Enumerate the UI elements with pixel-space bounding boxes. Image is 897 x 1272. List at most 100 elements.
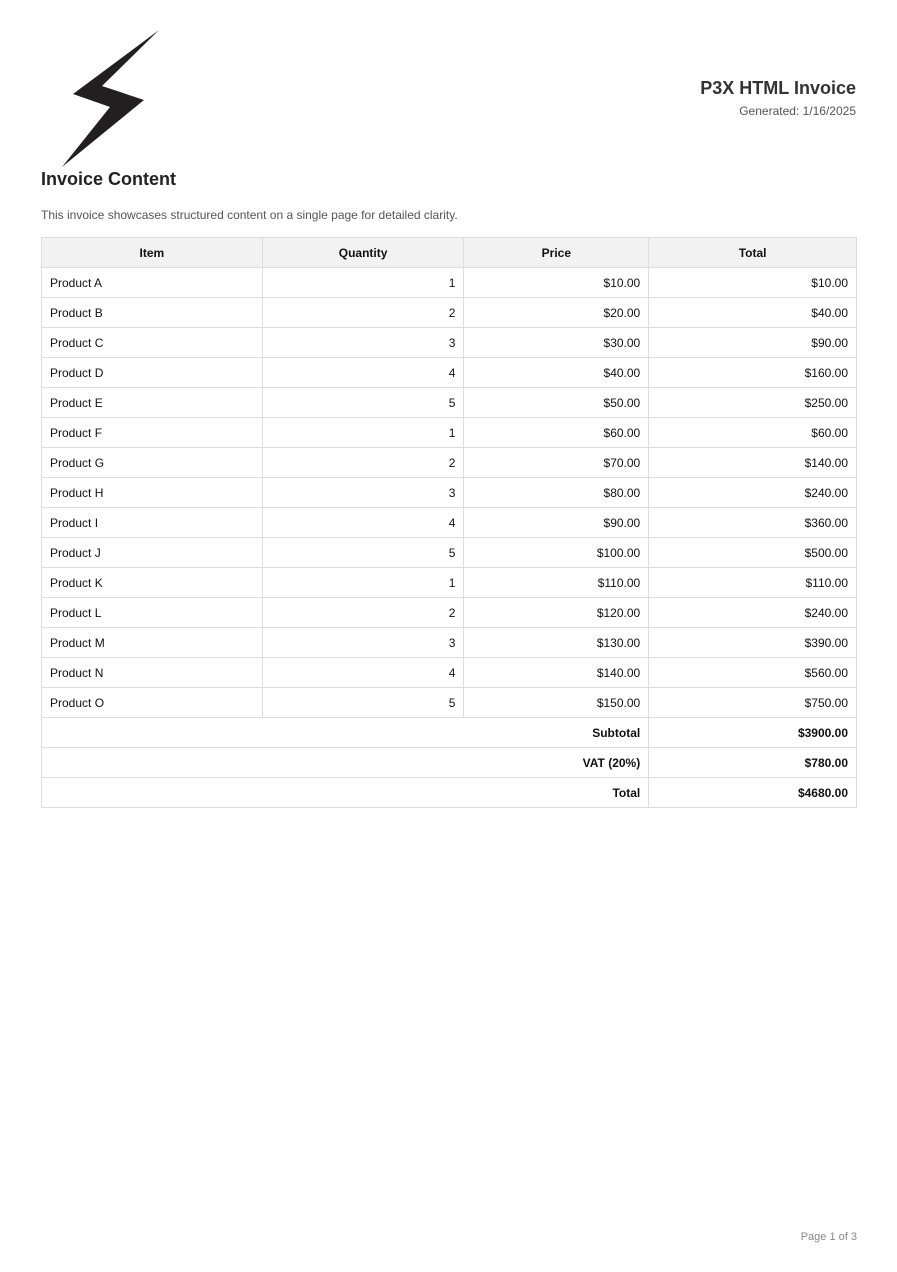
summary-label: Total <box>40 777 650 808</box>
cell-quantity: 2 <box>261 297 465 328</box>
page-number: Page 1 of 3 <box>800 1231 857 1243</box>
cell-price: $10.00 <box>463 267 650 298</box>
cell-total: $560.00 <box>648 657 857 688</box>
summary-label: VAT (20%) <box>40 747 650 778</box>
cell-item: Product K <box>41 567 263 598</box>
cell-total: $750.00 <box>648 687 857 718</box>
cell-quantity: 4 <box>261 357 465 388</box>
cell-item: Product G <box>41 447 263 478</box>
cell-item: Product C <box>41 327 263 358</box>
cell-item: Product F <box>41 417 263 448</box>
cell-total: $110.00 <box>648 567 857 598</box>
cell-item: Product D <box>41 357 263 388</box>
generated-value: 1/16/2025 <box>802 104 856 118</box>
cell-price: $140.00 <box>463 657 650 688</box>
table-row: Product E 5 $50.00 $250.00 <box>41 387 857 418</box>
cell-quantity: 4 <box>261 507 465 538</box>
cell-total: $240.00 <box>648 597 857 628</box>
section-description: This invoice showcases structured conten… <box>41 208 458 222</box>
invoice-table: Item Quantity Price Total Product A 1 $10.… <box>40 237 857 808</box>
summary-label: Subtotal <box>40 717 650 748</box>
table-row: Product O 5 $150.00 $750.00 <box>41 687 857 718</box>
table-body: Product A 1 $10.00 $10.00 Product B 2 $20.00 $4… <box>41 267 857 718</box>
cell-quantity: 1 <box>261 567 465 598</box>
cell-quantity: 5 <box>261 537 465 568</box>
table-row: Product N 4 $140.00 $560.00 <box>41 657 857 688</box>
cell-price: $150.00 <box>463 687 650 718</box>
document-title: P3X HTML Invoice <box>700 78 856 98</box>
cell-total: $390.00 <box>648 627 857 658</box>
column-header-total: Total <box>648 237 857 268</box>
table-row: Product C 3 $30.00 $90.00 <box>41 327 857 358</box>
cell-total: $60.00 <box>648 417 857 448</box>
cell-total: $240.00 <box>648 477 857 508</box>
table-row: Product D 4 $40.00 $160.00 <box>41 357 857 388</box>
cell-quantity: 3 <box>261 627 465 658</box>
cell-item: Product O <box>41 687 263 718</box>
lightning-bolt-icon <box>62 30 159 167</box>
summary-value: $780.00 <box>648 747 857 778</box>
cell-quantity: 1 <box>261 267 465 298</box>
summary-row-total: Total $4680.00 <box>40 777 857 808</box>
summary-value: $3900.00 <box>648 717 857 748</box>
column-header-item: Item <box>41 237 263 268</box>
cell-price: $70.00 <box>463 447 650 478</box>
table-header-row: Item Quantity Price Total <box>41 237 857 268</box>
document-header: P3X HTML Invoice Generated: 1/16/2025 <box>700 78 856 118</box>
cell-item: Product N <box>41 657 263 688</box>
cell-item: Product J <box>41 537 263 568</box>
table-row: Product G 2 $70.00 $140.00 <box>41 447 857 478</box>
table-row: Product B 2 $20.00 $40.00 <box>41 297 857 328</box>
generated-label: Generated: <box>739 104 800 118</box>
cell-price: $130.00 <box>463 627 650 658</box>
cell-price: $80.00 <box>463 477 650 508</box>
table-row: Product A 1 $10.00 $10.00 <box>41 267 857 298</box>
cell-item: Product B <box>41 297 263 328</box>
cell-total: $500.00 <box>648 537 857 568</box>
table-row: Product I 4 $90.00 $360.00 <box>41 507 857 538</box>
table-row: Product H 3 $80.00 $240.00 <box>41 477 857 508</box>
cell-price: $20.00 <box>463 297 650 328</box>
cell-price: $60.00 <box>463 417 650 448</box>
cell-total: $40.00 <box>648 297 857 328</box>
cell-total: $140.00 <box>648 447 857 478</box>
column-header-price: Price <box>463 237 650 268</box>
section-title: Invoice Content <box>41 169 177 189</box>
cell-price: $50.00 <box>463 387 650 418</box>
cell-total: $10.00 <box>648 267 857 298</box>
table-row: Product K 1 $110.00 $110.00 <box>41 567 857 598</box>
cell-price: $120.00 <box>463 597 650 628</box>
table-summary: Subtotal $3900.00 VAT (20%) $780.00 Tota… <box>40 717 857 808</box>
cell-total: $160.00 <box>648 357 857 388</box>
cell-total: $250.00 <box>648 387 857 418</box>
cell-price: $90.00 <box>463 507 650 538</box>
cell-quantity: 5 <box>261 687 465 718</box>
table-row: Product L 2 $120.00 $240.00 <box>41 597 857 628</box>
cell-item: Product E <box>41 387 263 418</box>
cell-quantity: 3 <box>261 327 465 358</box>
cell-item: Product H <box>41 477 263 508</box>
table-row: Product F 1 $60.00 $60.00 <box>41 417 857 448</box>
table-row: Product J 5 $100.00 $500.00 <box>41 537 857 568</box>
cell-quantity: 5 <box>261 387 465 418</box>
generated-date: Generated: 1/16/2025 <box>700 104 856 118</box>
cell-total: $90.00 <box>648 327 857 358</box>
cell-item: Product A <box>41 267 263 298</box>
cell-quantity: 4 <box>261 657 465 688</box>
column-header-quantity: Quantity <box>261 237 465 268</box>
cell-item: Product I <box>41 507 263 538</box>
cell-quantity: 3 <box>261 477 465 508</box>
table-row: Product M 3 $130.00 $390.00 <box>41 627 857 658</box>
cell-quantity: 2 <box>261 597 465 628</box>
cell-item: Product L <box>41 597 263 628</box>
summary-row-vat: VAT (20%) $780.00 <box>40 747 857 778</box>
summary-row-subtotal: Subtotal $3900.00 <box>40 717 857 748</box>
cell-item: Product M <box>41 627 263 658</box>
cell-price: $100.00 <box>463 537 650 568</box>
cell-quantity: 1 <box>261 417 465 448</box>
cell-price: $30.00 <box>463 327 650 358</box>
cell-price: $40.00 <box>463 357 650 388</box>
cell-quantity: 2 <box>261 447 465 478</box>
cell-total: $360.00 <box>648 507 857 538</box>
summary-value: $4680.00 <box>648 777 857 808</box>
